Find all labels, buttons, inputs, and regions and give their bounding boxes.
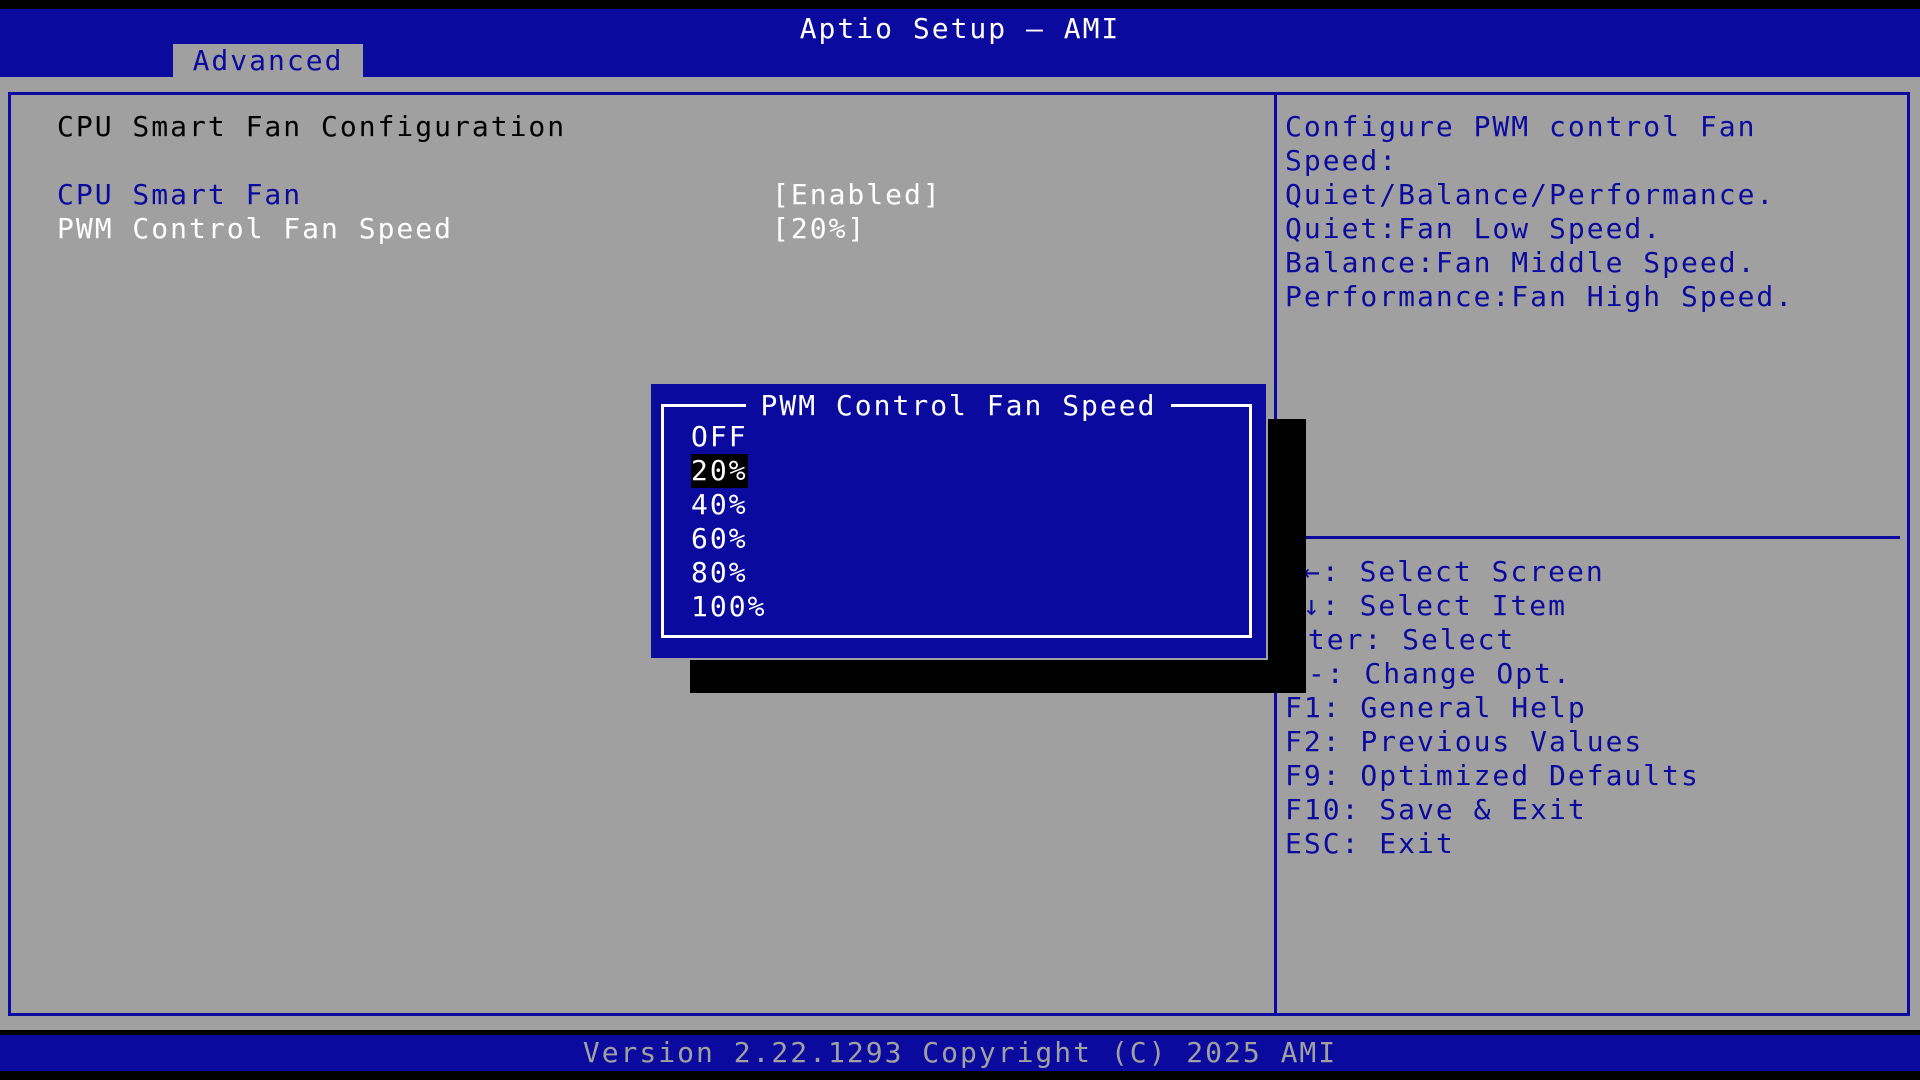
app-title: Aptio Setup – AMI	[799, 12, 1121, 45]
option-off[interactable]: OFF	[691, 420, 748, 454]
key-general-help: F1: General Help	[1285, 691, 1587, 724]
key-enter-select: nter: Select	[1289, 623, 1516, 656]
tab-advanced[interactable]: Advanced	[173, 44, 363, 77]
key-exit: ESC: Exit	[1285, 827, 1455, 860]
option-40[interactable]: 40%	[691, 488, 748, 522]
help-line: Quiet/Balance/Performance.	[1285, 178, 1776, 211]
setting-cpu-smart-fan-label[interactable]: CPU Smart Fan	[57, 178, 302, 211]
key-select-item: ↓: Select Item	[1303, 589, 1568, 622]
dialog-title: PWM Control Fan Speed	[651, 388, 1266, 424]
key-change-opt: /-: Change Opt.	[1289, 657, 1572, 690]
key-select-screen: ←: Select Screen	[1303, 555, 1605, 588]
setting-pwm-fan-speed-label[interactable]: PWM Control Fan Speed	[57, 212, 453, 245]
frame-bottom	[8, 1013, 1910, 1016]
pwm-fan-speed-dialog: PWM Control Fan Speed OFF 20% 40% 60% 80…	[651, 384, 1266, 658]
dialog-shadow	[1268, 419, 1306, 693]
setting-pwm-fan-speed-value[interactable]: [20%]	[772, 212, 866, 245]
help-line: Performance:Fan High Speed.	[1285, 280, 1795, 313]
key-optimized-defaults: F9: Optimized Defaults	[1285, 759, 1700, 792]
title-bar: Aptio Setup – AMI Advanced	[0, 9, 1920, 77]
setting-cpu-smart-fan-value[interactable]: [Enabled]	[772, 178, 942, 211]
help-line: Balance:Fan Middle Speed.	[1285, 246, 1757, 279]
footer-version: Version 2.22.1293 Copyright (C) 2025 AMI	[0, 1035, 1920, 1071]
key-previous-values: F2: Previous Values	[1285, 725, 1644, 758]
help-line: Configure PWM control Fan	[1285, 110, 1757, 143]
frame-right	[1907, 92, 1910, 1016]
key-save-exit: F10: Save & Exit	[1285, 793, 1587, 826]
help-line: Quiet:Fan Low Speed.	[1285, 212, 1663, 245]
option-60[interactable]: 60%	[691, 522, 748, 556]
frame-top	[8, 92, 1910, 95]
page-title: CPU Smart Fan Configuration	[57, 110, 567, 143]
dialog-shadow	[690, 660, 1306, 693]
dialog-title-text: PWM Control Fan Speed	[746, 389, 1171, 422]
option-20-selected[interactable]: 20%	[691, 454, 748, 488]
option-100[interactable]: 100%	[691, 590, 766, 624]
help-line: Speed:	[1285, 144, 1399, 177]
frame-left	[8, 92, 11, 1016]
option-80[interactable]: 80%	[691, 556, 748, 590]
help-separator	[1304, 536, 1900, 539]
